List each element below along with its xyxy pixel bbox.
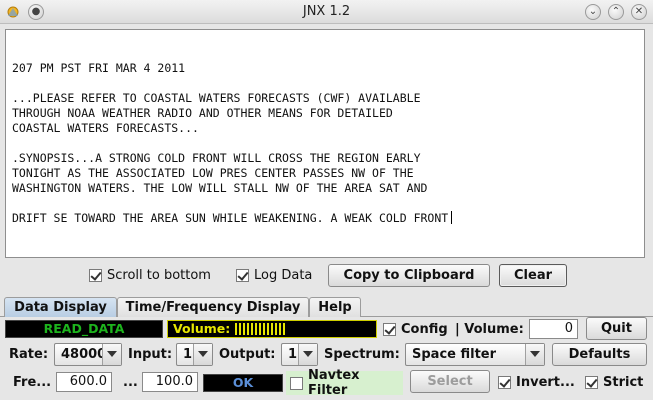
invert-checkbox[interactable]: Invert... [498,375,575,390]
tab-time-frequency-display[interactable]: Time/Frequency Display [117,297,309,317]
tab-help[interactable]: Help [309,297,361,317]
spectrum-value: Space filter [412,347,497,362]
message-line: TONIGHT AS THE ASSOCIATED LOW PRES CENTE… [12,166,414,180]
rate-select[interactable]: 48000 [54,343,122,366]
volume-bar-segment [243,323,245,335]
message-line: DRIFT SE TOWARD THE AREA SUN WHILE WEAKE… [12,211,644,226]
minimize-icon[interactable]: ⌄ [585,4,601,20]
checkbox-box [383,323,396,336]
frequency-input[interactable]: 600.0 [56,372,112,392]
checkbox-label: Config [401,322,448,337]
spectrum-label: Spectrum: [324,347,400,362]
volume-input[interactable]: 0 [529,319,578,339]
log-data-checkbox[interactable]: Log Data [236,268,312,283]
message-text-area[interactable]: 207 PM PST FRI MAR 4 2011 ...PLEASE REFE… [5,29,645,258]
checkbox-label: Navtex Filter [308,368,360,398]
volume-label: | Volume: [455,322,524,337]
checkbox-box [89,269,102,282]
bandwidth-label: ... [123,375,138,390]
volume-bar-segment [267,323,269,335]
checkbox-box [585,376,598,389]
volume-bar-segment [247,323,249,335]
chevron-down-icon [193,344,212,365]
output-select[interactable]: 1 [281,343,318,366]
volume-bar-segment [235,323,237,335]
message-line: 207 PM PST FRI MAR 4 2011 [12,61,186,75]
scroll-to-bottom-checkbox[interactable]: Scroll to bottom [89,268,211,283]
message-line: THROUGH NOAA WEATHER RADIO AND OTHER MEA… [12,106,393,120]
message-line: .SYNOPSIS...A STRONG COLD FRONT WILL CRO… [12,151,421,165]
volume-bar-segment [251,323,253,335]
input-label: Input: [128,347,173,362]
volume-meter: Volume: [167,320,377,338]
volume-bar-segment [255,323,257,335]
defaults-button[interactable]: Defaults [552,343,647,366]
volume-bar-segment [283,323,285,335]
volume-bar-segment [263,323,265,335]
checkbox-label: Log Data [254,268,313,283]
spectrum-select[interactable]: Space filter [405,343,545,366]
title-bar: ● JNX 1.2 ⌄ ⌃ ✕ [0,0,653,24]
frequency-label: Fre... [13,375,52,390]
message-line [12,76,644,91]
mode-status: READ_DATA [5,320,163,338]
message-line: WASHINGTON WATERS. THE LOW WILL STALL NW… [12,181,428,195]
close-icon[interactable]: ✕ [631,4,647,20]
text-cursor [451,211,453,224]
decode-status: OK [203,374,283,392]
output-label: Output: [219,347,276,362]
copy-to-clipboard-button[interactable]: Copy to Clipboard [328,264,490,287]
volume-meter-label: Volume: [173,321,231,336]
output-value: 1 [288,347,298,362]
checkbox-box [290,376,303,390]
message-line [12,196,644,211]
message-line [12,46,644,61]
config-checkbox[interactable]: Config [383,322,448,337]
message-line: ...PLEASE REFER TO COASTAL WATERS FORECA… [12,91,421,105]
rate-label: Rate: [9,347,49,362]
clear-button[interactable]: Clear [499,264,567,287]
checkbox-label: Strict [603,375,644,390]
strict-checkbox[interactable]: Strict [585,375,643,390]
checkbox-label: Scroll to bottom [107,268,211,283]
volume-bar-segment [259,323,261,335]
rate-value: 48000 [61,347,107,362]
volume-bar-segment [239,323,241,335]
checkbox-label: Invert... [516,375,575,390]
message-line: COASTAL WATERS FORECASTS... [12,121,199,135]
maximize-icon[interactable]: ⌃ [608,4,624,20]
volume-bar-segment [271,323,273,335]
chevron-down-icon [102,344,121,365]
input-value: 1 [183,347,193,362]
input-select[interactable]: 1 [176,343,213,366]
select-button[interactable]: Select [410,370,490,393]
quit-button[interactable]: Quit [586,317,647,340]
volume-bar-segment [279,323,281,335]
volume-bar-segment [275,323,277,335]
window-title: JNX 1.2 [302,4,351,19]
chevron-down-icon [525,344,544,365]
navtex-filter-checkbox[interactable]: Navtex Filter [286,368,403,398]
chevron-down-icon [298,344,317,365]
checkbox-box [236,269,249,282]
bandwidth-input[interactable]: 100.0 [142,372,198,392]
volume-level-bar [235,323,287,335]
message-line [12,136,644,151]
tab-data-display[interactable]: Data Display [4,297,117,317]
checkbox-box [498,376,511,389]
